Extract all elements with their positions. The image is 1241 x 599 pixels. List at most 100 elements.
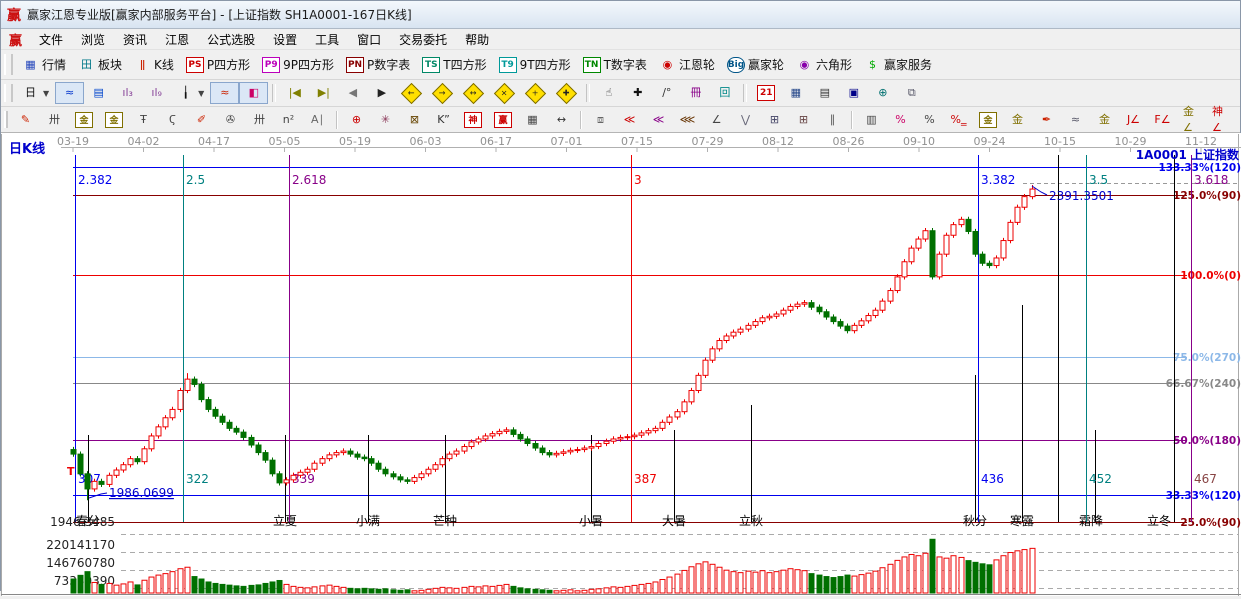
skip-first-button[interactable]: |◀ [280,82,309,104]
grid-123-tool[interactable]: ▦ [518,109,547,131]
t-square-button[interactable]: TS T四方形 [416,53,492,76]
wave-tri-tool[interactable]: ≈ [1061,109,1090,131]
gann-wheel-button[interactable]: ◉ 江恩轮 [653,53,721,76]
sectors-button[interactable]: 田板块 [72,53,128,76]
diamond-right-button[interactable]: → [427,82,458,104]
menu-item-9[interactable]: 帮助 [456,30,498,49]
purple-grid-tool[interactable]: 冊 [681,82,710,104]
pencil-ruler-tool[interactable]: ✐ [187,109,216,131]
column-chart-tool[interactable]: ▥ [857,109,886,131]
menu-item-8[interactable]: 交易委托 [390,30,456,49]
menu-item-0[interactable]: 文件 [30,30,72,49]
prev-button[interactable]: ◀ [338,82,367,104]
diamond-expand-button[interactable]: ✚ [551,82,582,104]
time-wheel-tool[interactable]: ✇ [216,109,245,131]
bars-3-tool[interactable]: ıl₃ [113,82,142,104]
spiral-tool[interactable]: Ϛ [158,109,187,131]
menu-item-4[interactable]: 公式选股 [198,30,264,49]
grid-a-tool[interactable]: ⊞ [760,109,789,131]
gold-gann-tool-2[interactable]: 金 [99,109,129,131]
percent-tool[interactable]: % [915,109,944,131]
winner-wheel-button[interactable]: Big 赢家轮 [721,53,790,76]
9t-square-button[interactable]: T9 9T四方形 [493,53,577,76]
kline-svg[interactable]: 03-19 04-02 04-17 05-05 05-19 06-03 06-17 07-01… [1,133,1241,596]
9p-square-button[interactable]: P9 9P四方形 [256,53,340,76]
k-mark-tool[interactable]: K” [429,109,458,131]
pencil-tool[interactable]: ✎ [11,109,40,131]
v-wave-tool[interactable]: ⋁ [731,109,760,131]
ink-pen-tool[interactable]: ✒ [1032,109,1061,131]
memo-button[interactable]: ▤ [810,82,839,104]
gold-circle-tool[interactable]: 金 [973,109,1003,131]
crosshair-tool[interactable]: ✚ [623,82,652,104]
web-tool[interactable]: ✳ [371,109,400,131]
red-rays-tool[interactable]: ≪ [615,109,644,131]
comb-grid-tool[interactable]: 卅 [40,109,69,131]
teal-grid-tool[interactable]: 回 [710,82,739,104]
skip-last-button[interactable]: ▶| [309,82,338,104]
n-square-tool[interactable]: n² [274,109,303,131]
calculator-button[interactable]: ▦ [781,82,810,104]
p-table-button[interactable]: PN P数字表 [340,53,416,76]
next-button[interactable]: ▶ [367,82,396,104]
diamond-plus-button[interactable]: + [520,82,551,104]
bars-9-tool[interactable]: ıl₉ [142,82,171,104]
diamond-lr-button[interactable]: ↔ [458,82,489,104]
gold-line-tool[interactable]: 金 [1003,109,1032,131]
kline-chart-area[interactable]: 日K线 03-19 04-02 04-17 05-05 05-19 06-03 06-17 0… [1,133,1241,596]
menu-item-7[interactable]: 窗口 [348,30,390,49]
list-doc-tool[interactable]: ▤ [84,82,113,104]
menu-item-6[interactable]: 工具 [306,30,348,49]
save-button[interactable]: ▣ [839,82,868,104]
percent-tri-tool[interactable]: % [886,109,915,131]
ying-angle-tool[interactable]: 赢∠ [1235,109,1241,131]
box-measure-tool[interactable]: ⧈ [586,109,615,131]
calendar-button[interactable]: 21 [751,82,781,104]
purple-rays-tool[interactable]: ≪ [644,109,673,131]
menu-item-2[interactable]: 资讯 [114,30,156,49]
f-angle-tool[interactable]: F∠ [1148,109,1177,131]
gold-angle-tool[interactable]: 金∠ [1177,105,1206,134]
menu-item-1[interactable]: 浏览 [72,30,114,49]
shen-tool[interactable]: 神 [458,109,488,131]
j-angle-tool[interactable]: J∠ [1119,109,1148,131]
toolbar-grip[interactable] [4,110,8,129]
remote-pc-button[interactable]: ⧉ [897,82,926,104]
title-bar[interactable]: 赢 赢家江恩专业版[赢家内部服务平台] - [上证指数 SH1A0001-167… [1,1,1240,29]
width-measure-tool[interactable]: ↔ [547,109,576,131]
pen-angle-tool[interactable]: ∠ [702,109,731,131]
percent-line-tool[interactable]: %‗ [944,109,973,131]
grid-b-tool[interactable]: ⊞ [789,109,818,131]
red-target-tool[interactable]: ⊕ [342,109,371,131]
slant-lines-tool[interactable]: ∥ [818,109,847,131]
network-button[interactable]: ⊕ [868,82,897,104]
trend-blue-tool[interactable]: ≈ [55,82,85,104]
period-day-combo[interactable]: 日 ▼ [16,82,55,104]
p-square-button[interactable]: PS P四方形 [180,53,256,76]
web-box-tool[interactable]: ⊠ [400,109,429,131]
shen-angle-tool[interactable]: 神∠ [1206,105,1235,134]
menu-item-3[interactable]: 江恩 [156,30,198,49]
diamond-left-button[interactable]: ← [396,82,427,104]
trend-red-tool[interactable]: ≈ [210,82,240,104]
hand-tool[interactable]: ☝ [594,82,623,104]
quotes-button[interactable]: ▦ 行情 [16,53,72,76]
gold-gann-tool-1[interactable]: 金 [69,109,99,131]
diamond-x-button[interactable]: × [489,82,520,104]
ying-tool[interactable]: 赢 [488,109,518,131]
menu-item-5[interactable]: 设置 [264,30,306,49]
hexagon-button[interactable]: ◉ 六角形 [790,53,858,76]
gold-tool-2[interactable]: 金 [1090,109,1119,131]
angle-measure-tool[interactable]: ∕° [652,82,681,104]
kline-button[interactable]: ǁ K线 [128,53,180,76]
t-table-button[interactable]: TN T数字表 [577,53,653,76]
f-grid-tool[interactable]: Ŧ [129,109,158,131]
volume-profile-tool[interactable]: ◧ [239,82,269,104]
toolbar-grip[interactable] [4,54,13,75]
a-line-tool[interactable]: A∣ [303,109,332,131]
box-rays-tool[interactable]: ⋘ [673,109,702,131]
candle-style-combo[interactable]: ╽ ▼ [171,82,210,104]
toolbar-grip[interactable] [4,83,13,103]
winner-service-button[interactable]: $ 赢家服务 [858,53,938,76]
comb-grid-tool-2[interactable]: 卅 [245,109,274,131]
